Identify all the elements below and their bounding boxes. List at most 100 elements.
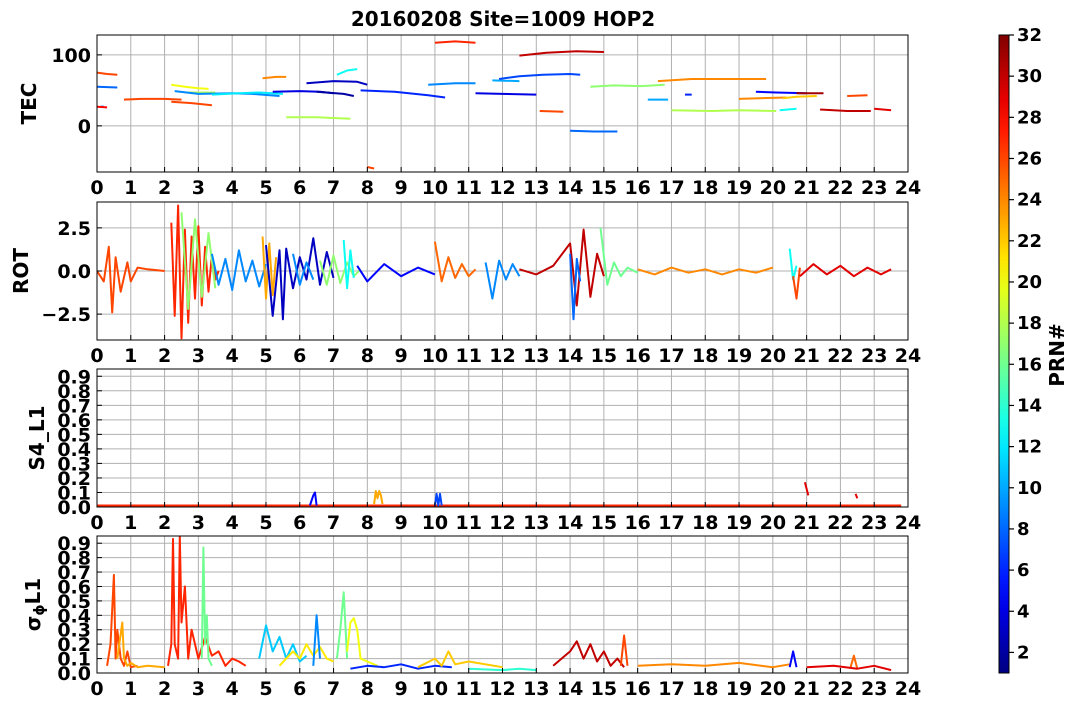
x-tick-label: 15 (591, 345, 617, 367)
figure: 20160208 Site=1009 HOP2 0 1 2 3 4 5 6 7 8 9 10 11 12… (9, 7, 1069, 700)
x-tick-label: 15 (591, 678, 617, 700)
x-tick-label: 14 (557, 345, 583, 367)
x-tick-label: 21 (793, 678, 819, 700)
series-line-prn-5 (788, 650, 798, 668)
x-tick-label: 21 (793, 345, 819, 367)
x-tick-label: 14 (557, 177, 583, 199)
series-line-prn-3 (306, 80, 368, 86)
x-tick-label: 21 (793, 177, 819, 199)
x-tick-label: 14 (557, 512, 583, 534)
x-tick-label: 5 (259, 345, 272, 367)
series-group (97, 40, 892, 170)
series-line-prn-29 (874, 107, 892, 112)
colorbar-tick-label: 6 (1017, 560, 1030, 581)
x-tick-label: 8 (361, 512, 374, 534)
series-line-prn-29 (854, 493, 859, 499)
series-line-prn-30 (519, 228, 605, 307)
series-line-prn-18 (671, 109, 777, 112)
grid (96, 35, 909, 172)
x-tick-label: 1 (124, 512, 137, 534)
series-line-prn-13 (336, 68, 358, 76)
chart-title: 20160208 Site=1009 HOP2 (351, 7, 655, 31)
x-tick-label: 12 (489, 678, 515, 700)
series-line-prn-24 (657, 78, 767, 83)
x-tick-label: 15 (591, 512, 617, 534)
series-line-prn-26 (847, 94, 868, 97)
colorbar-tick-label: 12 (1017, 437, 1042, 458)
grid (96, 369, 909, 508)
x-tick-label: 16 (624, 345, 650, 367)
x-tick-label: 22 (827, 512, 853, 534)
colorbar-tick-label: 4 (1017, 601, 1030, 622)
x-tick-label: 18 (692, 678, 718, 700)
series-line-prn-16 (599, 227, 639, 286)
colorbar-tick-label: 30 (1017, 66, 1042, 87)
x-tick-label: 22 (827, 177, 853, 199)
x-tick-label: 24 (895, 512, 921, 534)
x-tick-label: 17 (658, 678, 684, 700)
x-tick-label: 22 (827, 345, 853, 367)
series-line-prn-13 (342, 239, 355, 290)
x-tick-label: 1 (124, 345, 137, 367)
x-tick-label: 6 (293, 345, 306, 367)
series-line-prn-2 (316, 90, 355, 97)
series-line-prn-26 (171, 100, 213, 107)
x-tick-label: 19 (726, 345, 752, 367)
panels: 0 1 2 3 4 5 6 7 8 9 10 11 12 13 14 15 16 17 18 19 20 21 22 23 24… (9, 34, 921, 700)
x-tick-label: 11 (455, 512, 481, 534)
x-tick-label: 23 (861, 345, 887, 367)
x-tick-label: 6 (293, 678, 306, 700)
x-tick-label: 16 (624, 177, 650, 199)
x-tick-label: 24 (895, 345, 921, 367)
x-tick-label: 7 (327, 678, 340, 700)
colorbar-tick-label: 2 (1017, 642, 1030, 663)
x-tick-label: 0 (90, 345, 103, 367)
x-tick-label: 17 (658, 512, 684, 534)
y-tick-label: 0.9 (57, 366, 91, 388)
x-tick-label: 13 (523, 512, 549, 534)
series-line-prn-9 (210, 249, 267, 291)
series-line-prn-5 (308, 491, 318, 506)
x-tick-label: 2 (158, 177, 171, 199)
series-line-prn-29 (799, 263, 892, 278)
x-tick-label: 21 (793, 512, 819, 534)
colorbar-tick-label: 26 (1017, 148, 1042, 169)
series-line-prn-13 (779, 107, 797, 112)
x-tick-label: 7 (327, 345, 340, 367)
x-tick-label: 1 (124, 177, 137, 199)
panel-1: 0 1 2 3 4 5 6 7 8 9 10 11 12 13 14 15 16 17 18 19 20 21 22 23 24… (17, 34, 921, 199)
colorbar-tick-label: 28 (1017, 107, 1042, 128)
x-tick-label: 3 (192, 512, 205, 534)
series-line-prn-26 (619, 634, 629, 666)
series-line-prn-26 (97, 71, 118, 76)
x-tick-label: 13 (523, 345, 549, 367)
x-tick-label: 22 (827, 678, 853, 700)
x-tick-label: 7 (327, 512, 340, 534)
x-tick-label: 10 (422, 345, 448, 367)
colorbar-tick-label: 32 (1017, 25, 1042, 46)
series-line-prn-10 (492, 79, 520, 83)
x-tick-label: 17 (658, 177, 684, 199)
series-group (106, 536, 892, 672)
series-line-prn-30 (552, 640, 625, 668)
series-line-prn-5 (356, 263, 436, 283)
x-tick-label: 17 (658, 345, 684, 367)
series-line-prn-18 (286, 116, 351, 120)
x-tick-label: 18 (692, 512, 718, 534)
x-tick-label: 24 (895, 177, 921, 199)
colorbar-tick-label: 8 (1017, 519, 1030, 540)
x-tick-label: 10 (422, 512, 448, 534)
x-tick-label: 5 (259, 512, 272, 534)
series-line-prn-7 (433, 492, 443, 507)
y-axis-label: TEC (17, 83, 41, 125)
colorbar-tick-label: 18 (1017, 313, 1042, 334)
series-line-prn-8 (570, 129, 618, 133)
x-tick-label: 15 (591, 177, 617, 199)
series-line-prn-22 (417, 650, 503, 669)
x-tick-label: 11 (455, 345, 481, 367)
x-tick-label: 3 (192, 177, 205, 199)
colorbar-tick-label: 10 (1017, 478, 1042, 499)
panel-4: 0 1 2 3 4 5 6 7 8 9 10 11 12 13 14 15 16 17 18 19 20 21 22 23 24… (21, 533, 921, 700)
x-tick-label: 9 (395, 345, 408, 367)
x-tick-label: 5 (259, 678, 272, 700)
